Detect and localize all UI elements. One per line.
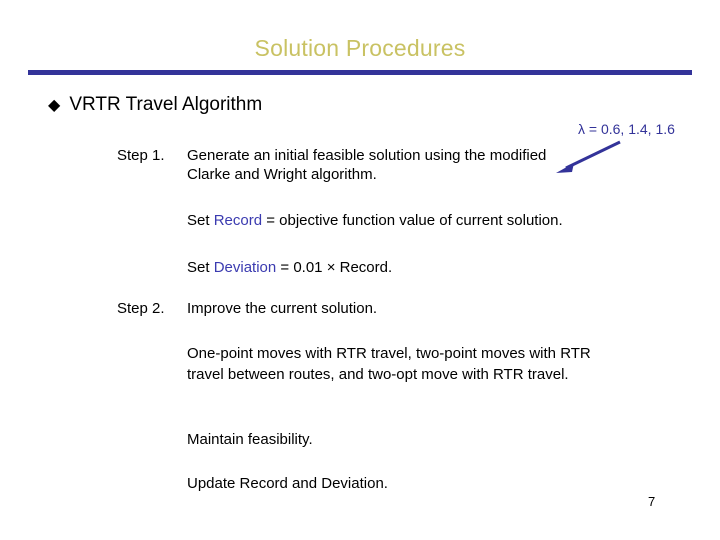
set-deviation-line: Set Deviation = 0.01 × Record. [187,258,392,277]
set-record-suffix: = objective function value of current so… [262,212,563,229]
set-deviation-keyword: Deviation [213,259,277,276]
diamond-bullet-icon: ◆ [48,97,61,114]
page-number: 7 [648,494,656,509]
step-1-row: Step 1. Generate an initial feasible sol… [117,146,587,184]
set-deviation-prefix: Set [187,259,214,276]
set-record-keyword: Record [213,212,263,229]
title-divider [28,70,692,75]
slide-canvas: Solution Procedures ◆ VRTR Travel Algori… [0,0,720,540]
moves-paragraph: One-point moves with RTR travel, two-poi… [187,345,591,383]
step-2-label: Step 2. [117,300,165,317]
set-record-prefix: Set [187,212,214,229]
step-2-text: Improve the current solution. [187,300,378,317]
step-1-label: Step 1. [117,147,165,164]
maintain-feasibility-line: Maintain feasibility. [187,431,313,448]
set-record-line: Set Record = objective function value of… [187,211,563,230]
page-title: Solution Procedures [254,35,466,61]
set-deviation-suffix: = 0.01 × Record. [276,259,393,276]
bullet-heading-label: VRTR Travel Algorithm [69,94,263,115]
update-record-line: Update Record and Deviation. [187,475,388,492]
step-1-text: Generate an initial feasible solution us… [187,147,547,183]
bullet-heading: ◆ VRTR Travel Algorithm [48,93,262,117]
step-2-row: Step 2. Improve the current solution. [117,299,587,318]
